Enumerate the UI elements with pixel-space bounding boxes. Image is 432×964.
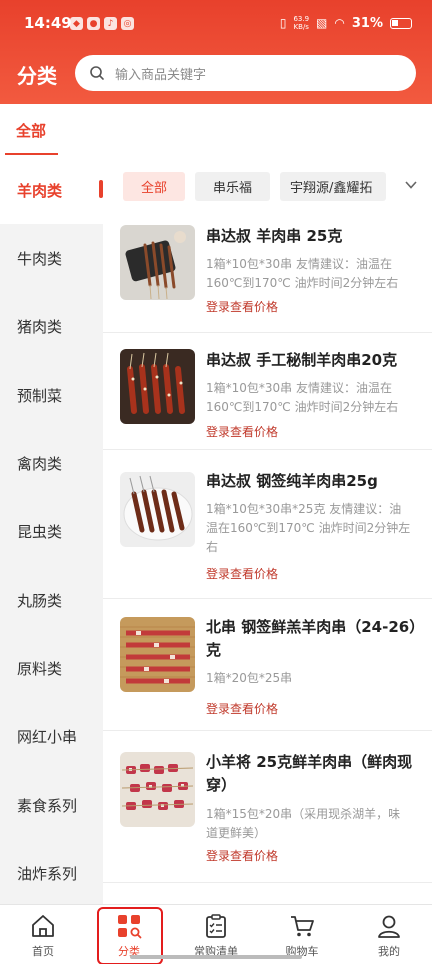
product-image <box>120 225 195 300</box>
product-content: 全部 串乐福 宇翔源/鑫耀拓 串达叔 羊肉串 25克 1箱*10包*30串 友情… <box>103 156 432 904</box>
product-name: 串达叔 羊肉串 25克 <box>206 227 343 245</box>
status-time: 14:49 <box>24 14 72 32</box>
product-card[interactable]: 串达叔 羊肉串 25克 1箱*10包*30串 友情建议：油温在160℃到170℃… <box>103 216 432 333</box>
tab-all[interactable]: 全部 <box>16 120 46 141</box>
product-desc: 1箱*15包*20串（采用现杀湖羊，味道更鲜美） <box>206 807 401 840</box>
app-notification-icon: ● <box>87 17 100 30</box>
brand-filter: 全部 串乐福 宇翔源/鑫耀拓 <box>123 172 387 201</box>
status-bar: 14:49 ◆ ● ♪ ◎ ▯ 63.9 KB/s ▧ ◠ 31% <box>0 0 432 50</box>
category-sidebar: 羊肉类 牛肉类 猪肉类 预制菜 禽肉类 昆虫类 丸肠类 原料类 网红小串 素食系… <box>0 156 103 904</box>
product-desc: 1箱*20包*25串 <box>206 671 293 685</box>
sidebar-item-vegetarian[interactable]: 素食系列 <box>0 771 103 839</box>
product-name: 串达叔 钢签纯羊肉串25g <box>206 472 378 490</box>
sidebar-item-pork[interactable]: 猪肉类 <box>0 292 103 360</box>
product-card[interactable]: 串达叔 钢签纯羊肉串25g 1箱*10包*30串*25克 友情建议：油温在160… <box>103 450 432 599</box>
product-name: 北串 钢签鲜羔羊肉串（24-26）克 <box>206 618 417 659</box>
brand-chip-all[interactable]: 全部 <box>123 172 186 201</box>
product-image <box>120 472 195 547</box>
sidebar-item-prepared[interactable]: 预制菜 <box>0 361 103 429</box>
sidebar-item-poultry[interactable]: 禽肉类 <box>0 429 103 497</box>
notification-icons: ◆ ● ♪ ◎ <box>70 17 134 30</box>
wifi-icon: ◠ <box>334 16 345 30</box>
network-speed: 63.9 KB/s <box>293 15 310 31</box>
search-input[interactable]: 输入商品关键字 <box>75 55 416 91</box>
sidebar-item-mutton[interactable]: 羊肉类 <box>0 156 103 224</box>
login-price-link[interactable]: 登录查看价格 <box>206 298 278 315</box>
user-icon <box>378 915 400 938</box>
sidebar-item-trending[interactable]: 网红小串 <box>0 702 103 770</box>
product-image <box>120 752 195 827</box>
cart-icon <box>291 916 314 937</box>
page-title: 分类 <box>17 64 57 88</box>
signal-icon: ▧ <box>316 16 328 30</box>
chevron-down-icon[interactable] <box>404 178 418 192</box>
product-desc: 1箱*10包*30串 友情建议：油温在160℃到170℃ 油炸时间2分钟左右 <box>206 381 399 414</box>
login-price-link[interactable]: 登录查看价格 <box>206 565 278 582</box>
product-image <box>120 349 195 424</box>
product-name: 小羊将 25克鲜羊肉串（鲜肉现穿） <box>206 753 413 794</box>
nav-mine[interactable]: 我的 <box>346 905 432 964</box>
app-notification-icon: ◆ <box>70 17 83 30</box>
nav-home[interactable]: 首页 <box>0 905 86 964</box>
header: 14:49 ◆ ● ♪ ◎ ▯ 63.9 KB/s ▧ ◠ 31% 分类 输入商… <box>0 0 432 104</box>
vibrate-icon: ▯ <box>279 16 287 30</box>
product-card[interactable]: 串达叔 手工秘制羊肉串20克 1箱*10包*30串 友情建议：油温在160℃到1… <box>103 333 432 450</box>
login-price-link[interactable]: 登录查看价格 <box>206 700 278 717</box>
search-icon <box>90 66 104 80</box>
product-card[interactable]: 小羊将 25克鲜羊肉串（鲜肉现穿） 1箱*15包*20串（采用现杀湖羊，味道更鲜… <box>103 731 432 883</box>
app-notification-icon: ◎ <box>121 17 134 30</box>
top-tab-row: 全部 <box>0 104 432 156</box>
product-desc: 1箱*10包*30串*25克 友情建议：油温在160℃到170℃ 油炸时间2分钟… <box>206 502 411 554</box>
tiktok-notification-icon: ♪ <box>104 17 117 30</box>
sidebar-item-fried[interactable]: 油炸系列 <box>0 839 103 907</box>
product-desc: 1箱*10包*30串 友情建议：油温在160℃到170℃ 油炸时间2分钟左右 <box>206 257 399 290</box>
sidebar-item-sausage[interactable]: 丸肠类 <box>0 566 103 634</box>
sidebar-item-insect[interactable]: 昆虫类 <box>0 497 103 565</box>
clipboard-list-icon <box>206 914 226 938</box>
home-icon <box>32 915 54 937</box>
brand-chip[interactable]: 宇翔源/鑫耀拓 <box>280 172 387 201</box>
login-price-link[interactable]: 登录查看价格 <box>206 423 278 440</box>
sidebar-item-beef[interactable]: 牛肉类 <box>0 224 103 292</box>
search-placeholder: 输入商品关键字 <box>115 67 207 83</box>
battery-percent: 31% <box>351 15 383 31</box>
status-right: ▯ 63.9 KB/s ▧ ◠ 31% <box>280 15 412 31</box>
home-indicator <box>130 955 302 959</box>
brand-chip[interactable]: 串乐福 <box>195 172 271 201</box>
sidebar-item-raw[interactable]: 原料类 <box>0 634 103 702</box>
tab-underline <box>5 153 58 155</box>
product-name: 串达叔 手工秘制羊肉串20克 <box>206 351 398 369</box>
battery-icon <box>390 17 412 29</box>
product-card[interactable]: 北串 钢签鲜羔羊肉串（24-26）克 1箱*20包*25串 登录查看价格 <box>103 599 432 731</box>
login-price-link[interactable]: 登录查看价格 <box>206 847 278 864</box>
product-image <box>120 617 195 692</box>
